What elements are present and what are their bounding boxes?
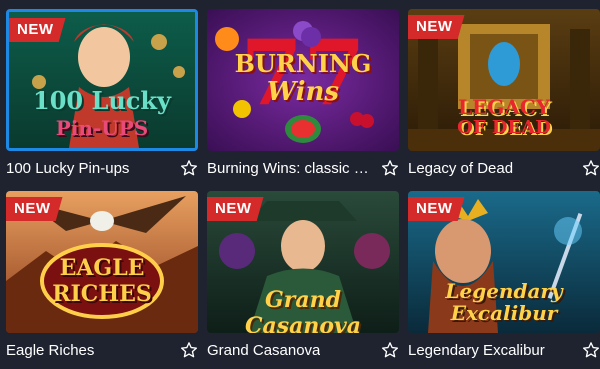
game-title[interactable]: Burning Wins: classic … [207,160,369,177]
star-outline-icon[interactable] [180,341,198,359]
game-thumbnail[interactable]: LEGACY OF DEAD NEW [408,9,600,151]
game-card-grand-casanova[interactable]: Grand Casanova NEW Grand Casanova [207,191,399,369]
game-caption: Legendary Excalibur [408,337,600,363]
game-title[interactable]: Legendary Excalibur [408,342,545,359]
game-thumbnail[interactable]: 100 Lucky Pin-UPS NEW [6,9,198,151]
star-outline-icon[interactable] [582,341,600,359]
new-badge: NEW [408,197,465,221]
game-card-eagle-riches[interactable]: EAGLE RICHES NEW Eagle Riches [6,191,198,369]
game-card-100-lucky-pin-ups[interactable]: 100 Lucky Pin-UPS NEW 100 Lucky Pin-ups [6,9,198,187]
game-art-title: Grand Casanova [244,287,362,333]
game-title[interactable]: 100 Lucky Pin-ups [6,160,129,177]
game-card-legendary-excalibur[interactable]: Legendary Excalibur NEW Legendary Excali… [408,191,600,369]
game-thumbnail[interactable]: Legendary Excalibur NEW [408,191,600,333]
game-title[interactable]: Legacy of Dead [408,160,513,177]
game-thumbnail[interactable]: Grand Casanova NEW [207,191,399,333]
game-grid: 100 Lucky Pin-UPS NEW 100 Lucky Pin-ups … [0,0,600,364]
game-thumbnail[interactable]: EAGLE RICHES NEW [6,191,198,333]
game-art-title-line1: LEGACY [457,95,551,119]
star-outline-icon[interactable] [381,159,399,177]
game-art-title-line1: Legendary [445,279,563,303]
game-caption: Grand Casanova [207,337,399,363]
new-badge: NEW [9,18,66,42]
new-badge: NEW [207,197,264,221]
game-caption: Burning Wins: classic … [207,155,399,181]
star-outline-icon[interactable] [180,159,198,177]
game-art-title-line2: Wins [266,77,340,107]
star-outline-icon[interactable] [582,159,600,177]
star-outline-icon[interactable] [381,341,399,359]
game-card-burning-wins[interactable]: 77 BURNING Wins Burning Wins: classic … [207,9,399,187]
game-art-title-line1: 100 Lucky [33,86,171,115]
game-art-title-line2: RICHES [52,281,152,307]
game-card-legacy-of-dead[interactable]: LEGACY OF DEAD NEW Legacy of Dead [408,9,600,187]
game-thumbnail[interactable]: 77 BURNING Wins [207,9,399,151]
game-caption: 100 Lucky Pin-ups [6,155,198,181]
game-art-title-line2: OF DEAD [457,117,551,138]
game-title[interactable]: Grand Casanova [207,342,320,359]
game-art-title-line2: Excalibur [450,301,558,325]
game-art-title-line2: Pin-UPS [55,116,149,140]
game-caption: Legacy of Dead [408,155,600,181]
new-badge: NEW [6,197,63,221]
game-caption: Eagle Riches [6,337,198,363]
game-art-title-line1: BURNING [234,49,372,78]
game-title[interactable]: Eagle Riches [6,342,94,359]
game-art-title-line1: EAGLE [59,255,145,281]
new-badge: NEW [408,15,465,39]
